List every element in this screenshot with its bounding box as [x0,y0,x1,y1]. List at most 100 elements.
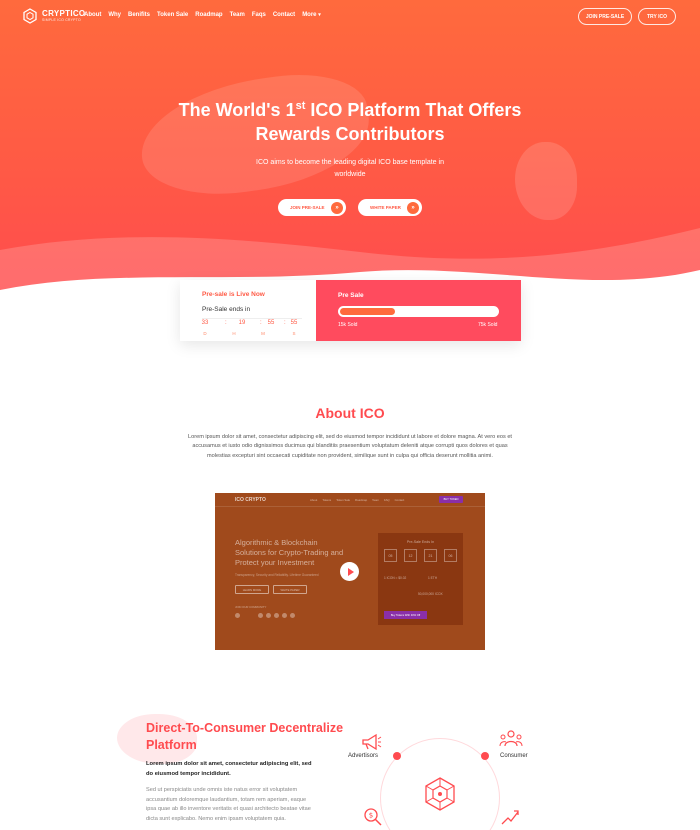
hero-join-label: JOIN PRE-SALE [290,205,325,210]
countdown-separator: : [225,320,227,326]
video-nav-item: Roadmap [355,498,368,502]
join-presale-button[interactable]: JOIN PRE-SALE [578,8,632,25]
hero-join-presale-button[interactable]: JOIN PRE-SALE » [278,199,346,216]
nav-benifits[interactable]: Benifits [128,12,150,18]
countdown-days: 33 [201,320,209,326]
presale-title: Pre Sale [338,292,364,299]
video-subtext: Transparency, Security and Reliability. … [235,573,319,577]
try-ico-button[interactable]: TRY ICO [638,8,676,25]
video-topbar: ICO CRYPTO About Tokens Token Sale Roadm… [215,493,485,507]
growth-chart-icon [501,810,519,825]
nav-faqs[interactable]: Faqs [252,12,266,18]
video-countdown-box: 21 [424,549,437,562]
nav-more-label: More [302,12,317,18]
video-nav: About Tokens Token Sale Roadmap Team FAQ… [310,498,404,502]
dc-title: Direct-To-Consumer Decentralize Platform [146,721,344,752]
dc-body-text: Sed ut perspiciatis unde omnis iste natu… [146,787,311,822]
video-countdown-box: 06 [444,549,457,562]
ecosystem-node [393,752,401,760]
countdown-minutes: 55 [267,320,275,326]
presale-progress-fill [340,308,395,315]
social-icon [266,613,271,618]
hero-white-paper-button[interactable]: WHITE PAPER » [358,199,422,216]
hero-title-part: The World's 1 [178,100,296,120]
nav-why[interactable]: Why [108,12,121,18]
video-supply: 50,000,000 ICOX [418,592,443,596]
arrow-right-icon: » [407,201,419,214]
social-icon [274,613,279,618]
video-presale-panel: Pre-Sale Ends In 05 12 21 06 1 ICON = $0… [378,533,463,625]
main-nav: About Why Benifits Token Sale Roadmap Te… [84,12,321,18]
arrow-right-icon: » [331,201,343,214]
video-countdown-box: 12 [404,549,417,562]
hero-title: The World's 1st ICO Platform That Offers… [0,98,700,146]
hero-subtitle: ICO aims to become the leading digital I… [256,159,444,178]
presale-card: Pre-sale is Live Now Pre-Sale ends in 33… [180,280,521,341]
presale-live-text: Pre-sale is Live Now [202,291,265,298]
social-icon [235,613,240,618]
countdown-separator: : [260,320,262,326]
caret-down-icon: ▾ [318,12,321,18]
nav-more[interactable]: More ▾ [302,12,321,18]
countdown-days-label: D [203,331,207,336]
countdown-hours-label: H [232,331,236,336]
nav-contact[interactable]: Contact [273,12,295,18]
video-token-price: 1 ICON = $0.02 [384,576,407,580]
presale-progress-bar [338,306,499,317]
nav-token-sale[interactable]: Token Sale [157,12,188,18]
video-logo: ICO CRYPTO [235,497,266,503]
search-money-icon: $ [364,808,382,826]
video-join-text: JOIN OUR COMMUNITY [235,605,267,609]
video-eth: 1 ETH [428,576,438,580]
video-nav-item: Tokens [322,498,332,502]
video-learn-button: LEARN MORE [235,585,269,594]
hero-wave [0,228,700,300]
about-text: Lorem ipsum dolor sit amet, consectetur … [188,434,512,459]
video-nav-item: Contact [394,498,405,502]
video-headline: Algorithmic & Blockchain Solutions for C… [235,538,344,567]
nav-about[interactable]: About [84,12,101,18]
video-nav-item: About [310,498,318,502]
video-countdown-box: 05 [384,549,397,562]
video-nav-item: Token Sale [336,498,351,502]
hero-white-label: WHITE PAPER [370,205,401,210]
countdown-minutes-label: M [261,331,265,336]
about-video-thumbnail[interactable]: ICO CRYPTO About Tokens Token Sale Roadm… [215,493,485,650]
hero-section [0,0,700,300]
play-icon[interactable] [340,562,359,581]
presale-progress-panel: Pre Sale 15k Sold 75k Sold [316,280,521,341]
countdown-separator: : [284,320,286,326]
video-buy-button: BUY TOKEN [439,496,463,503]
video-panel-button: Buy Tokens With 40% Off [384,611,427,619]
divider [202,318,302,319]
social-icon [290,613,295,618]
svg-text:$: $ [369,812,373,820]
nav-roadmap[interactable]: Roadmap [195,12,222,18]
consumer-label: Consumer [500,753,528,759]
presale-countdown-panel: Pre-sale is Live Now Pre-Sale ends in 33… [180,280,316,341]
social-icon [258,613,263,618]
countdown-seconds: 55 [290,320,298,326]
megaphone-icon [362,733,382,751]
advertisors-label: Advertisors [348,753,379,759]
hero-title-part: ICO Platform That Offers [305,100,522,120]
social-icon [282,613,287,618]
dc-lead-text: Lorem ipsum dolor sit amet, consectetur … [146,761,312,777]
presale-ends-text: Pre-Sale ends in [202,306,251,313]
brand-tagline: SIMPLE ICO CRYPTO [42,17,81,22]
about-title: About ICO [315,405,385,421]
hexagon-logo-icon [23,8,37,24]
brand-logo[interactable]: CRYPTICO SIMPLE ICO CRYPTO [22,8,85,24]
brand-name: CRYPTICO [42,8,86,18]
video-panel-title: Pre-Sale Ends In [406,540,435,544]
video-white-button: WHITE PAPER [273,585,307,594]
countdown-seconds-label: S [292,331,296,336]
countdown-hours: 19 [238,320,246,326]
blockchain-network-icon [425,777,455,811]
presale-total-label: 75k Sold [478,322,498,328]
ecosystem-node [481,752,489,760]
presale-sold-label: 15k Sold [338,322,358,328]
nav-team[interactable]: Team [230,12,245,18]
video-nav-item: FAQ [384,498,390,502]
hero-title-line2: Rewards Contributors [255,124,445,144]
